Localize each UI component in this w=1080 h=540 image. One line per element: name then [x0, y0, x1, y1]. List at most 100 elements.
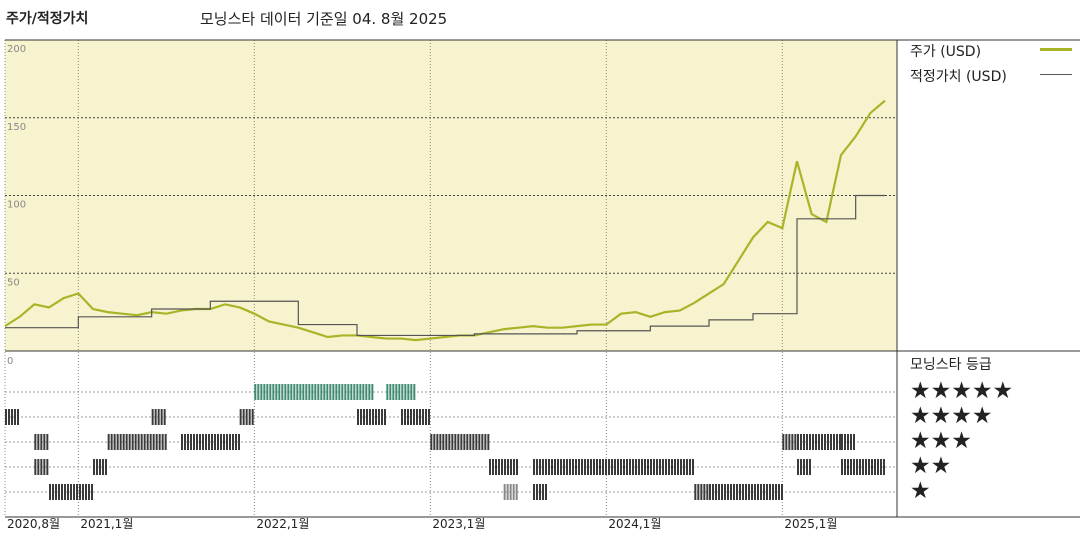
rating-tick [778, 484, 780, 500]
rating-tick [797, 434, 799, 450]
rating-tick [827, 434, 829, 450]
rating-tick [305, 384, 308, 400]
rating-tick [563, 459, 565, 475]
rating-tick [155, 434, 158, 450]
rating-segment [841, 459, 885, 475]
rating-tick [356, 384, 359, 400]
y-tick-label: 0 [7, 356, 13, 367]
rating-tick [620, 459, 622, 475]
rating-tick [742, 484, 744, 500]
rating-tick [40, 434, 43, 450]
rating-tick [721, 484, 723, 500]
rating-tick [718, 484, 720, 500]
rating-tick [806, 434, 808, 450]
rating-tick [347, 384, 350, 400]
rating-tick [623, 459, 625, 475]
rating-tick [96, 459, 98, 475]
rating-tick [290, 384, 293, 400]
rating-tick [785, 434, 788, 450]
rating-tick [299, 384, 302, 400]
rating-segment [533, 484, 547, 500]
rating-tick [93, 459, 95, 475]
rating-tick [647, 459, 649, 475]
rating-tick [193, 434, 195, 450]
rating-tick [803, 459, 805, 475]
rating-tick [146, 434, 149, 450]
rating-tick [125, 434, 128, 450]
rating-row-2-stars: ★★ [910, 453, 952, 479]
rating-tick [419, 409, 421, 425]
rating-tick [656, 459, 658, 475]
legend-fair-value-label: 적정가치 (USD) [910, 69, 1007, 85]
rating-tick [611, 459, 613, 475]
rating-tick [680, 459, 682, 475]
rating-tick [659, 459, 661, 475]
rating-tick [416, 409, 418, 425]
rating-tick [584, 459, 586, 475]
rating-segment [386, 384, 416, 400]
rating-tick [326, 384, 329, 400]
rating-tick [365, 384, 368, 400]
rating-tick [635, 459, 637, 475]
rating-tick [110, 434, 113, 450]
rating-segment [430, 434, 490, 450]
rating-tick [671, 459, 673, 475]
rating-tick [70, 484, 72, 500]
rating-tick [308, 384, 311, 400]
rating-tick [128, 434, 131, 450]
rating-tick [401, 409, 403, 425]
rating-tick [260, 384, 263, 400]
rating-tick [287, 384, 290, 400]
rating-tick [40, 459, 43, 475]
x-tick-label: 2022,1월 [256, 517, 309, 531]
rating-tick [644, 459, 646, 475]
rating-segment [489, 459, 518, 475]
rating-tick [800, 434, 802, 450]
rating-tick [596, 459, 598, 475]
rating-tick [242, 409, 245, 425]
rating-tick [223, 434, 225, 450]
rating-tick [149, 434, 152, 450]
rating-tick [366, 409, 368, 425]
rating-tick [341, 384, 344, 400]
rating-tick [868, 459, 870, 475]
rating-tick [5, 409, 7, 425]
rating-tick [632, 459, 634, 475]
rating-tick [821, 434, 823, 450]
rating-tick [160, 409, 163, 425]
rating-tick [239, 409, 242, 425]
rating-tick [398, 384, 401, 400]
x-tick-label: 2023,1월 [432, 517, 485, 531]
rating-tick [853, 459, 855, 475]
rating-tick [782, 434, 785, 450]
rating-segment [93, 459, 107, 475]
rating-tick [797, 459, 799, 475]
rating-tick [46, 434, 49, 450]
rating-tick [590, 459, 592, 475]
rating-tick [548, 459, 550, 475]
rating-tick [775, 484, 777, 500]
rating-tick [332, 384, 335, 400]
rating-tick [311, 384, 314, 400]
rating-tick [551, 459, 553, 475]
rating-tick [254, 384, 257, 400]
rating-tick [689, 459, 691, 475]
rating-tick [557, 459, 559, 475]
rating-tick [754, 484, 756, 500]
rating-tick [769, 484, 771, 500]
rating-tick [641, 459, 643, 475]
rating-tick [46, 459, 49, 475]
rating-tick [371, 384, 374, 400]
rating-tick [818, 434, 820, 450]
rating-tick [730, 484, 732, 500]
rating-tick [34, 459, 37, 475]
rating-tick [712, 484, 714, 500]
left-title: 주가/적정가치 [6, 11, 89, 27]
rating-tick [372, 409, 374, 425]
rating-tick [475, 434, 478, 450]
rating-tick [874, 459, 876, 475]
rating-tick [803, 434, 805, 450]
rating-tick [850, 434, 852, 450]
rating-tick [329, 384, 332, 400]
rating-tick [428, 409, 430, 425]
